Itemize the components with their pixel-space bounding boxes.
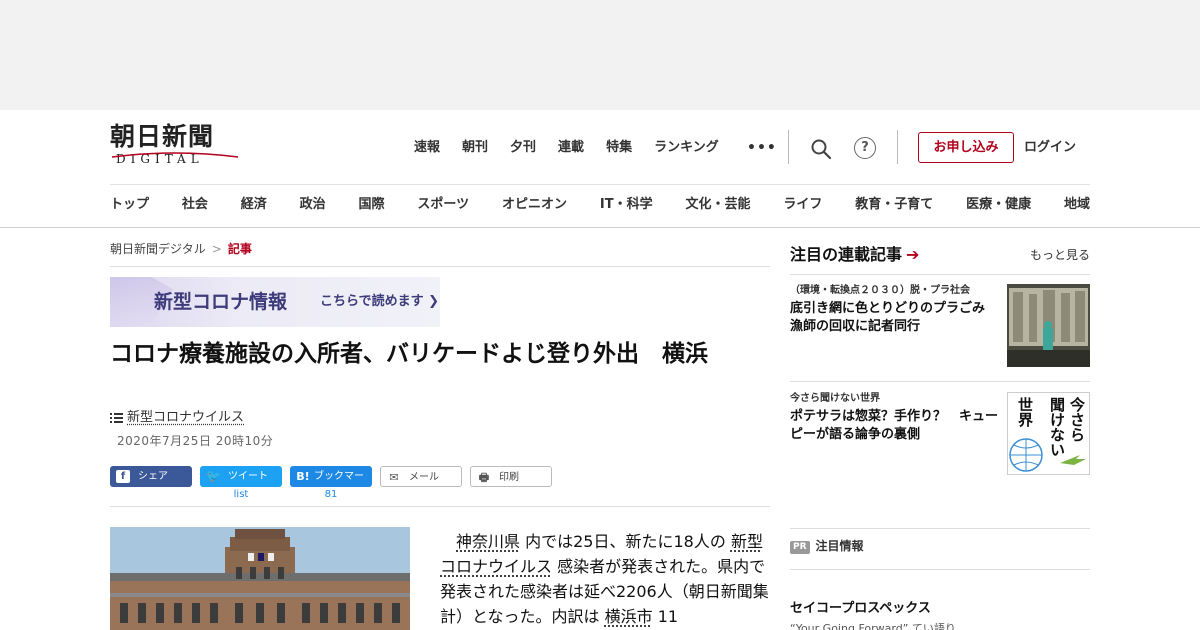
printer-icon: 🖶 — [478, 470, 490, 484]
topic-link[interactable]: 新型コロナウイルス — [127, 410, 244, 425]
paragraph-indent — [440, 532, 456, 551]
nav-features[interactable]: 特集 — [606, 138, 632, 158]
twitter-share-button[interactable]: 🐦 ツイート — [200, 466, 282, 487]
category-economy[interactable]: 経済 — [241, 195, 267, 215]
list-icon — [110, 412, 123, 423]
site-header: 朝日新聞 DIGITAL 速報 朝刊 夕刊 連載 特集 ランキング ••• ? … — [0, 110, 1200, 228]
breadcrumb: 朝日新聞デジタル > 記事 — [110, 240, 252, 258]
ad-banner — [0, 0, 1200, 110]
nav-ranking[interactable]: ランキング — [654, 138, 719, 158]
sidebar-divider — [790, 274, 1090, 275]
hatena-count[interactable]: 81 — [290, 488, 372, 502]
print-button[interactable]: 🖶 印刷 — [470, 466, 552, 487]
share-divider — [110, 506, 770, 507]
pr-header: PR 注目情報 — [790, 537, 864, 555]
sidebar-divider — [790, 569, 1090, 570]
mail-icon: ✉ — [389, 470, 399, 484]
building-photo-illustration — [110, 527, 410, 630]
nav-morning[interactable]: 朝刊 — [462, 138, 488, 158]
print-label: 印刷 — [499, 472, 519, 483]
category-opinion[interactable]: オピニオン — [502, 195, 567, 215]
category-health[interactable]: 医療・健康 — [966, 195, 1031, 215]
facebook-icon: f — [116, 469, 130, 483]
sidebar-divider — [790, 381, 1090, 382]
sidebar-title[interactable]: 注目の連載記事 — [790, 245, 902, 264]
logo-swoosh-icon — [111, 152, 239, 158]
article-photo[interactable] — [110, 527, 410, 630]
sidebar-header: 注目の連載記事 ➔ もっと見る — [790, 244, 1090, 268]
search-icon[interactable] — [810, 138, 832, 160]
category-top[interactable]: トップ — [110, 195, 149, 215]
corona-info-banner[interactable]: 新型コロナ情報 こちらで読めます ❯ — [110, 277, 440, 327]
sidebar-thumbnail — [1007, 284, 1090, 367]
body-link-yokohama[interactable]: 横浜市 — [605, 607, 653, 626]
logo-wordmark: 朝日新聞 — [110, 122, 215, 151]
more-menu-icon[interactable]: ••• — [747, 138, 777, 158]
breadcrumb-divider — [110, 266, 770, 267]
pr-badge: PR — [790, 541, 810, 554]
nav-evening[interactable]: 夕刊 — [510, 138, 536, 158]
more-link[interactable]: もっと見る — [1030, 247, 1090, 263]
sidebar-divider — [790, 528, 1090, 529]
category-education[interactable]: 教育・子育て — [855, 195, 933, 215]
thumb-text-kikenai: 聞けない — [1048, 397, 1066, 457]
site-logo[interactable]: 朝日新聞 DIGITAL — [110, 122, 240, 170]
hatena-bookmark-button[interactable]: B! ブックマーク — [290, 466, 372, 503]
mail-share-button[interactable]: ✉ メール — [380, 466, 462, 487]
sidebar-thumbnail: 今さら 聞けない 世界 — [1007, 392, 1090, 475]
body-text-3: 11 — [652, 607, 679, 626]
login-link[interactable]: ログイン — [1024, 138, 1076, 158]
nav-series[interactable]: 連載 — [558, 138, 584, 158]
breadcrumb-home[interactable]: 朝日新聞デジタル — [110, 242, 206, 256]
facebook-share-label: シェア — [138, 471, 168, 482]
plastic-waste-photo-illustration — [1007, 284, 1090, 367]
header-divider — [788, 130, 789, 164]
corona-banner-link: こちらで読めます ❯ — [320, 294, 440, 309]
header-divider — [897, 130, 898, 164]
thumb-text-sekai: 世界 — [1016, 397, 1034, 427]
category-it-science[interactable]: IT・科学 — [600, 195, 653, 215]
hatena-icon: B! — [296, 469, 310, 483]
pr-advertiser-subtitle[interactable]: “Your Going Forward” てい語り — [790, 622, 956, 630]
pr-advertiser[interactable]: セイコープロスペックス — [790, 600, 931, 618]
signup-button[interactable]: お申し込み — [918, 132, 1014, 163]
top-nav: 速報 朝刊 夕刊 連載 特集 ランキング — [414, 138, 719, 158]
header-divider-line — [110, 184, 1090, 185]
article-date: 2020年7月25日 20時10分 — [117, 434, 274, 448]
thumb-text-imasara: 今さら — [1068, 397, 1086, 442]
article-headline: コロナ療養施設の入所者、バリケードよじ登り外出 横浜 — [110, 341, 708, 367]
category-society[interactable]: 社会 — [182, 195, 208, 215]
category-culture[interactable]: 文化・芸能 — [685, 195, 750, 215]
facebook-share-button[interactable]: f シェア — [110, 466, 192, 487]
category-politics[interactable]: 政治 — [300, 195, 326, 215]
article-body: 神奈川県 内では25日、新たに18人の 新型コロナウイルス 感染者が発表された。… — [440, 529, 770, 629]
sidebar-headline: ポテサラは惣菜？手作り？ キューピーが語る論争の裏側 — [790, 409, 999, 442]
category-international[interactable]: 国際 — [359, 195, 385, 215]
sidebar-article-1[interactable]: （環境・転換点２０３０）脱・プラ社会 底引き網に色とりどりのプラごみ 漁師の回収… — [790, 284, 1090, 368]
twitter-count-link[interactable]: list — [200, 488, 282, 502]
breadcrumb-separator: > — [211, 242, 222, 256]
category-region[interactable]: 地域 — [1064, 195, 1090, 215]
mail-share-label: メール — [409, 472, 439, 483]
twitter-share-label: ツイート — [228, 471, 268, 482]
category-sports[interactable]: スポーツ — [417, 195, 469, 215]
pr-label: 注目情報 — [815, 539, 864, 553]
help-icon[interactable]: ? — [854, 137, 876, 159]
category-nav: トップ 社会 経済 政治 国際 スポーツ オピニオン IT・科学 文化・芸能 ラ… — [110, 195, 1090, 215]
arrow-right-icon[interactable]: ➔ — [906, 245, 919, 264]
body-link-kanagawa[interactable]: 神奈川県 — [456, 532, 520, 551]
sidebar-headline: 底引き網に色とりどりのプラごみ 漁師の回収に記者同行 — [790, 301, 999, 334]
breadcrumb-current: 記事 — [227, 242, 252, 256]
category-life[interactable]: ライフ — [783, 195, 822, 215]
topic-tag: 新型コロナウイルス — [110, 408, 244, 428]
body-text-1: 内では25日、新たに18人の — [520, 532, 731, 551]
twitter-bird-icon: 🐦 — [206, 468, 221, 483]
sidebar-article-2[interactable]: 今さら聞けない世界 ポテサラは惣菜？手作り？ キューピーが語る論争の裏側 今さら… — [790, 392, 1090, 476]
nav-breaking[interactable]: 速報 — [414, 138, 440, 158]
corona-banner-title: 新型コロナ情報 — [154, 291, 288, 313]
